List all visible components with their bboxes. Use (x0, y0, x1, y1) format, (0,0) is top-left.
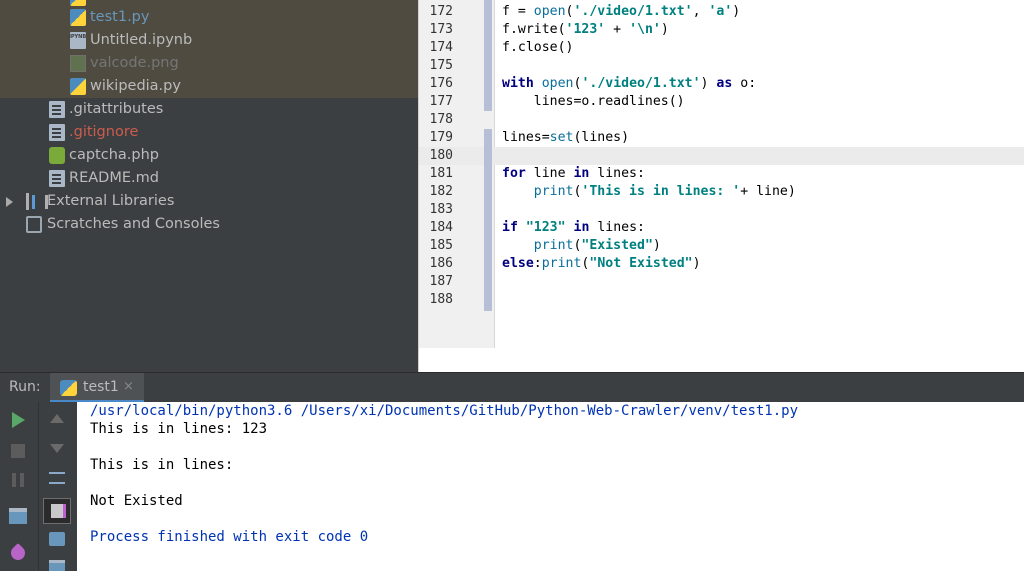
line-number: 176 (429, 76, 453, 91)
tree-item-label: test1.py (90, 9, 150, 25)
code-line-184[interactable]: if "123" in lines: (502, 219, 645, 237)
line-number: 185 (429, 238, 453, 253)
code-line-172[interactable]: f = open('./video/1.txt', 'a') (502, 3, 740, 21)
tree-item-gitattributes[interactable]: .gitattributes (0, 98, 418, 121)
scratch-icon (26, 216, 42, 233)
tree-item-label: README.md (69, 170, 159, 186)
run-tab-test1[interactable]: test1 × (50, 373, 144, 403)
code-line-177[interactable]: lines=o.readlines() (502, 93, 685, 111)
python-file-icon (70, 9, 86, 26)
expand-arrow-icon[interactable] (6, 197, 13, 207)
tree-item-untitled-ipynb[interactable]: Untitled.ipynb (0, 26, 418, 52)
python-file-icon (70, 78, 86, 95)
line-number: 175 (429, 58, 453, 73)
code-line-181[interactable]: for line in lines: (502, 165, 645, 183)
line-number: 187 (429, 274, 453, 289)
tree-item-label: wikipedia.py (90, 78, 181, 94)
run-toolbar (0, 402, 77, 571)
tree-item-wikipedia-py[interactable]: wikipedia.py (0, 75, 418, 98)
code-line-185[interactable]: print("Existed") (502, 237, 661, 255)
line-number: 172 (429, 4, 453, 19)
layout-icon[interactable] (9, 508, 27, 524)
run-toolwindow-header: Run: test1 × (0, 372, 1024, 403)
tree-item-scratches[interactable]: Scratches and Consoles (0, 213, 418, 236)
tree-item-captcha-php[interactable]: captcha.php (0, 144, 418, 167)
code-line-174[interactable]: f.close() (502, 39, 573, 57)
current-line-highlight (419, 147, 1024, 165)
run-tab-label: test1 (83, 379, 119, 395)
line-number: 180 (429, 148, 453, 163)
run-label: Run: (9, 379, 41, 395)
console-line: This is in lines: (90, 457, 242, 473)
tree-item-gitignore[interactable]: .gitignore (0, 121, 418, 144)
soft-wrap-icon[interactable] (49, 472, 65, 484)
line-number: 177 (429, 94, 453, 109)
text-file-icon (49, 170, 65, 187)
line-number: 186 (429, 256, 453, 271)
tree-item-label: .gitattributes (69, 101, 164, 117)
tree-item-test1-py[interactable]: test1.py (0, 6, 418, 29)
rerun-icon[interactable] (12, 412, 25, 428)
console-line: /usr/local/bin/python3.6 /Users/xi/Docum… (90, 403, 799, 419)
run-console-output[interactable]: /usr/local/bin/python3.6 /Users/xi/Docum… (77, 402, 1024, 571)
line-number: 182 (429, 184, 453, 199)
code-line-182[interactable]: print('This is in lines: '+ line) (502, 183, 796, 201)
console-line: This is in lines: 123 (90, 421, 268, 437)
stop-icon[interactable] (11, 444, 25, 458)
up-arrow-icon[interactable] (50, 414, 64, 423)
pause-icon[interactable] (12, 473, 24, 487)
text-file-icon (49, 101, 65, 118)
line-number: 173 (429, 22, 453, 37)
scroll-to-end-icon[interactable] (43, 498, 71, 524)
console-line: Process finished with exit code 0 (90, 529, 369, 545)
tree-item-external-libraries[interactable]: External Libraries (0, 190, 418, 213)
library-icon (26, 193, 48, 210)
php-file-icon (49, 147, 65, 164)
console-line: Not Existed (90, 493, 183, 509)
code-line-173[interactable]: f.write('123' + '\n') (502, 21, 669, 39)
tree-item-label: Untitled.ipynb (90, 32, 193, 48)
tree-item-label: .gitignore (69, 124, 139, 140)
close-icon[interactable]: × (123, 379, 134, 394)
line-number: 181 (429, 166, 453, 181)
tree-item-valcode-png[interactable]: valcode.png (0, 52, 418, 75)
change-marker[interactable] (484, 129, 492, 311)
down-arrow-icon[interactable] (50, 444, 64, 453)
text-file-icon (49, 124, 65, 141)
python-file-icon (60, 380, 77, 396)
trash-icon[interactable] (49, 560, 65, 571)
line-number: 184 (429, 220, 453, 235)
project-tree-panel: test1.py Untitled.ipynb valcode.png wiki… (0, 0, 418, 372)
line-number: 179 (429, 130, 453, 145)
line-number: 188 (429, 292, 453, 307)
line-number: 178 (429, 112, 453, 127)
code-editor[interactable]: 172 173 174 175 176 177 178 179 180 181 … (418, 0, 1024, 372)
code-line-186[interactable]: else:print("Not Existed") (502, 255, 701, 273)
code-line-179[interactable]: lines=set(lines) (502, 129, 629, 147)
tree-item-label: External Libraries (47, 193, 175, 209)
image-file-icon (70, 55, 86, 72)
tree-item-readme-md[interactable]: README.md (0, 167, 418, 190)
line-number: 183 (429, 202, 453, 217)
line-number: 174 (429, 40, 453, 55)
tree-item-label: Scratches and Consoles (47, 216, 220, 232)
tree-item-label: valcode.png (90, 55, 179, 71)
notebook-file-icon (69, 26, 86, 49)
code-line-176[interactable]: with open('./video/1.txt') as o: (502, 75, 756, 93)
toolbar-divider (38, 402, 39, 571)
tree-item-label: captcha.php (69, 147, 160, 163)
pin-icon[interactable] (8, 543, 28, 563)
change-marker[interactable] (484, 0, 492, 111)
print-icon[interactable] (49, 532, 65, 546)
